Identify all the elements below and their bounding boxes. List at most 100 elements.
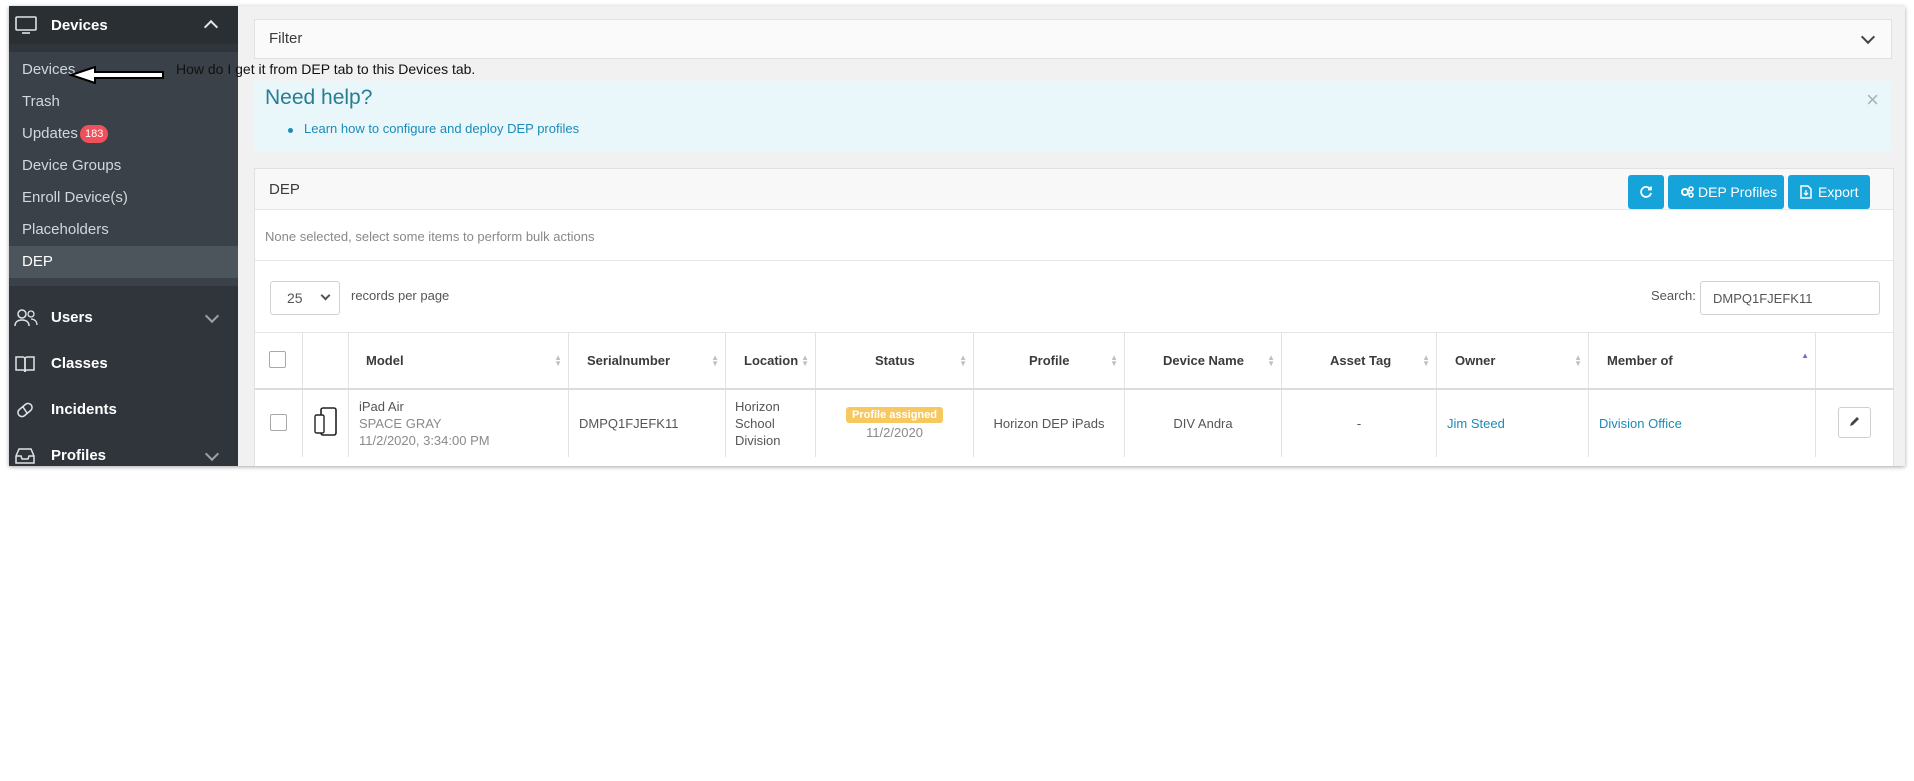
records-value: 25 [287,290,303,306]
header-label: Owner [1455,353,1496,368]
column-header-model[interactable]: Model ▲ ▼ [348,332,569,390]
filter-label: Filter [269,30,303,47]
export-button[interactable]: Export [1788,175,1870,209]
sort-icon: ▲ ▼ [554,353,562,368]
help-alert: Need help? Learn how to configure and de… [254,81,1891,151]
chevron-down-icon [204,446,220,462]
chevron-down-icon [320,290,331,301]
sidebar-item-label: Placeholders [22,221,109,238]
owner-link[interactable]: Jim Steed [1447,416,1505,431]
column-header-asset-tag[interactable]: Asset Tag ▲ ▼ [1281,332,1437,390]
column-header-profile[interactable]: Profile ▲ ▼ [973,332,1125,390]
dep-card: DEP DEP Profiles Export None selected, s… [254,168,1894,466]
card-header: DEP DEP Profiles Export [255,169,1893,210]
location-line: Horizon [735,399,780,414]
table-row[interactable]: iPad Air SPACE GRAY 11/2/2020, 3:34:00 P… [255,389,1893,457]
header-label: Status [875,353,915,368]
table-header-row: Model ▲ ▼ Serialnumber ▲ ▼ Location ▲ ▼ Status… [255,332,1893,390]
search-input[interactable]: DMPQ1FJEFK11 [1700,281,1880,315]
button-label: DEP Profiles [1698,184,1778,200]
column-header-status[interactable]: Status ▲ ▼ [815,332,974,390]
model-date: 11/2/2020, 3:34:00 PM [359,433,490,448]
records-per-page-select[interactable]: 25 [270,281,340,315]
chevron-down-icon [204,308,220,324]
updates-count-badge: 183 [80,125,109,143]
header-label: Asset Tag [1330,353,1392,368]
sidebar-item-trash[interactable]: Trash [9,86,238,118]
sidebar-item-label: Device Groups [22,157,122,174]
edit-button[interactable] [1838,406,1871,438]
sort-icon: ▲ ▼ [711,353,719,368]
book-icon [14,354,36,379]
column-header-device-name[interactable]: Device Name ▲ ▼ [1124,332,1282,390]
asset-tag-value: - [1356,416,1362,431]
model-name: iPad Air [359,399,404,414]
nav-label: Classes [51,355,108,372]
annotation-arrow-icon [69,66,164,84]
column-header-member-of[interactable]: Member of ▲ [1588,332,1816,390]
pencil-icon [1850,416,1859,426]
owner-cell: Jim Steed [1436,389,1589,457]
status-date: 11/2/2020 [866,425,923,440]
pill-icon [14,400,36,425]
sidebar-item-enroll-devices[interactable]: Enroll Device(s) [9,182,238,214]
app-window: Devices Devices Trash Updates 183 Device … [9,6,1905,466]
refresh-button[interactable] [1628,175,1664,209]
row-checkbox[interactable] [270,413,287,431]
column-header-owner[interactable]: Owner ▲ ▼ [1436,332,1589,390]
dep-table: Model ▲ ▼ Serialnumber ▲ ▼ Location ▲ ▼ Status… [255,332,1893,457]
dep-profiles-button[interactable]: DEP Profiles [1668,175,1784,209]
profile-value: Horizon DEP iPads [993,416,1105,431]
sidebar-item-placeholders[interactable]: Placeholders [9,214,238,246]
device-icon-cell [302,389,349,457]
sort-icon: ▲ ▼ [801,353,809,368]
model-color: SPACE GRAY [359,416,442,431]
nav-label: Profiles [51,447,107,464]
nav-label: Users [51,309,93,326]
column-header-location[interactable]: Location ▲ ▼ [725,332,816,390]
sort-icon: ▲ ▼ [959,353,967,368]
tablet-icon [313,407,337,436]
device-name-cell: DIV Andra [1124,389,1282,457]
sidebar-item-label: Devices [22,61,76,78]
help-link[interactable]: Learn how to configure and deploy DEP pr… [304,121,579,136]
nav-incidents[interactable]: Incidents [9,388,238,432]
nav-classes[interactable]: Classes [9,342,238,386]
help-title: Need help? [265,86,373,109]
filter-panel[interactable]: Filter [254,19,1892,59]
member-of-link[interactable]: Division Office [1599,416,1682,431]
sidebar-item-label: Updates [22,125,78,142]
select-all-checkbox[interactable] [269,350,286,368]
sidebar-item-dep[interactable]: DEP [9,246,238,278]
chevron-down-icon [1860,29,1876,45]
close-icon[interactable]: × [1866,87,1879,113]
profile-cell: Horizon DEP iPads [973,389,1125,457]
header-label: Model [366,353,404,368]
select-all-header [255,332,303,390]
nav-profiles[interactable]: Profiles [9,434,238,466]
header-label: Location [744,353,799,368]
sidebar-header-label: Devices [51,17,108,34]
search-label: Search: [1651,288,1696,303]
inbox-icon [14,446,36,466]
sidebar-devices-header[interactable]: Devices [9,6,238,44]
model-cell: iPad Air SPACE GRAY 11/2/2020, 3:34:00 P… [348,389,569,457]
bulk-actions-text: None selected, select some items to perf… [265,229,595,244]
sort-icon: ▲ ▼ [1574,353,1582,368]
nav-users[interactable]: Users [9,296,238,340]
sidebar-item-label: Trash [22,93,60,110]
gears-icon [1681,186,1694,198]
serial-value: DMPQ1FJEFK11 [579,416,679,431]
location-line: School [735,416,775,431]
status-cell: Profile assigned 11/2/2020 [815,389,974,457]
column-header-serialnumber[interactable]: Serialnumber ▲ ▼ [568,332,726,390]
sidebar-item-label: DEP [22,253,53,270]
sort-icon: ▲ ▼ [1110,353,1118,368]
sidebar-item-label: Enroll Device(s) [22,189,128,206]
device-name-value: DIV Andra [1173,416,1233,431]
search-value: DMPQ1FJEFK11 [1713,291,1813,306]
sidebar-item-updates[interactable]: Updates 183 [9,118,238,150]
asset-tag-cell: - [1281,389,1437,457]
sidebar-item-device-groups[interactable]: Device Groups [9,150,238,182]
sort-icon: ▲ ▼ [1267,353,1275,368]
